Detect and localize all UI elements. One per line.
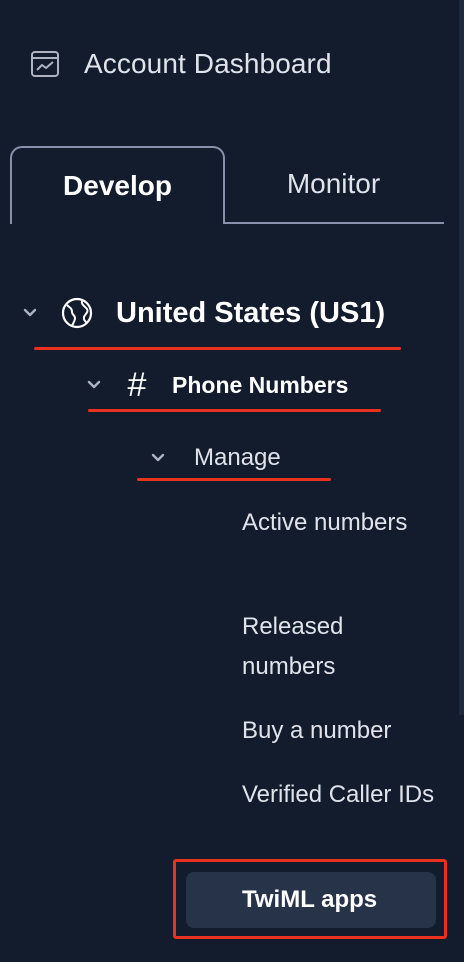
manage-item[interactable]: Manage: [150, 444, 281, 472]
nav-item-twiml-apps[interactable]: TwiML apps: [186, 872, 436, 928]
hash-icon: #: [127, 366, 147, 404]
chevron-down-icon: [86, 377, 102, 393]
tab-monitor[interactable]: Monitor: [223, 146, 444, 224]
globe-icon: [60, 296, 94, 330]
account-dashboard-label: Account Dashboard: [84, 48, 332, 79]
account-dashboard-link[interactable]: Account Dashboard: [30, 48, 332, 80]
tab-develop[interactable]: Develop: [10, 146, 225, 224]
chevron-down-icon: [150, 450, 166, 466]
tab-bar: Develop Monitor: [10, 146, 444, 224]
annotation-underline: [34, 347, 401, 350]
manage-label: Manage: [194, 444, 281, 471]
nav-item-verified-caller-ids[interactable]: Verified Caller IDs: [242, 775, 442, 815]
phone-numbers-item[interactable]: # Phone Numbers: [86, 368, 348, 402]
chevron-down-icon: [22, 305, 38, 321]
region-label: United States (US1): [116, 296, 386, 329]
sidebar-scrollbar[interactable]: [459, 0, 464, 715]
nav-item-buy-a-number[interactable]: Buy a number: [242, 711, 442, 751]
region-us1-item[interactable]: United States (US1): [22, 296, 385, 330]
nav-item-released-numbers[interactable]: Released numbers: [242, 607, 442, 687]
sidebar-panel: Account Dashboard Develop Monitor United…: [0, 0, 464, 962]
annotation-underline: [137, 478, 331, 481]
chart-line-icon: [30, 49, 60, 79]
phone-numbers-label: Phone Numbers: [172, 371, 349, 398]
annotation-underline: [88, 409, 381, 412]
nav-item-active-numbers[interactable]: Active numbers: [242, 503, 442, 543]
